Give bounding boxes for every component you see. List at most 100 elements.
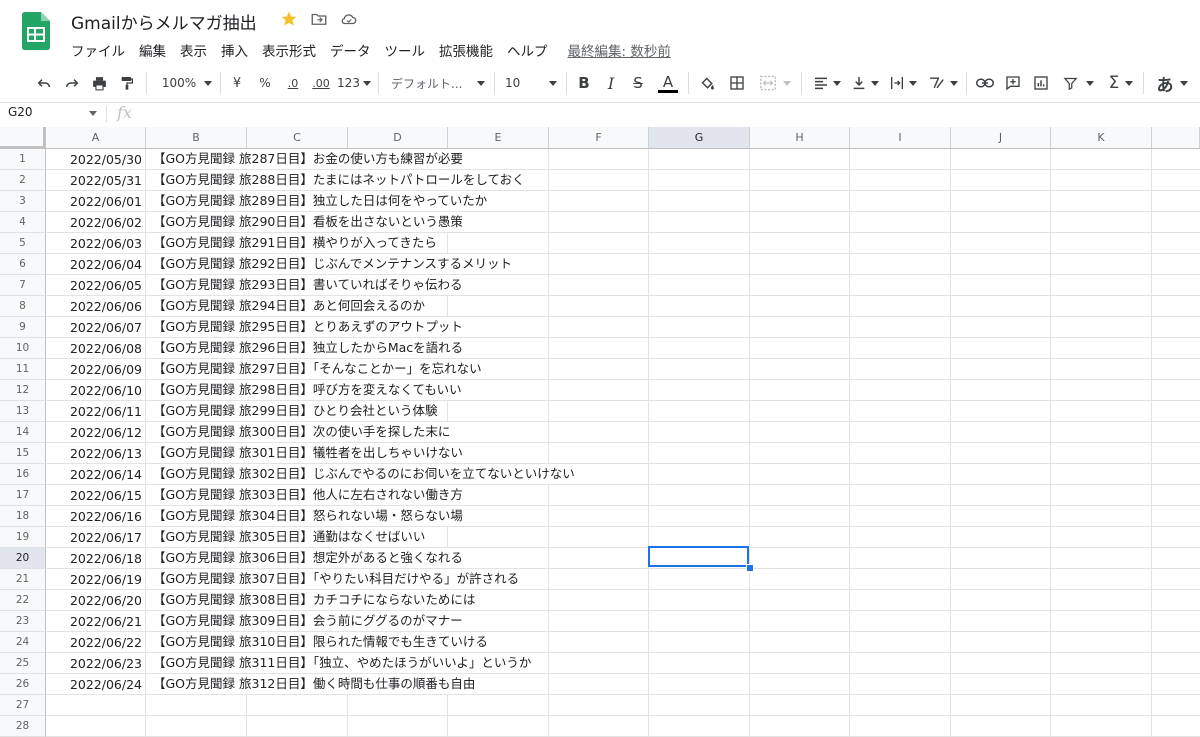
row-header[interactable]: 20 bbox=[0, 548, 46, 569]
cloud-status-icon[interactable] bbox=[340, 10, 358, 28]
menu-edit[interactable]: 編集 bbox=[139, 40, 166, 60]
row-header[interactable]: 8 bbox=[0, 296, 46, 317]
cell-date[interactable]: 2022/05/30 bbox=[46, 149, 142, 170]
cell-date[interactable]: 2022/06/14 bbox=[46, 464, 142, 485]
cell-date[interactable]: 2022/06/17 bbox=[46, 527, 142, 548]
cell-subject[interactable]: 【GO方見聞録 旅304日目】怒られない場・怒らない場 bbox=[153, 506, 465, 526]
column-header-e[interactable]: E bbox=[448, 127, 549, 149]
select-all-corner[interactable] bbox=[0, 127, 46, 149]
cell-subject[interactable]: 【GO方見聞録 旅291日目】横やりが入ってきたら bbox=[153, 233, 439, 253]
cell-subject[interactable]: 【GO方見聞録 旅302日目】じぶんでやるのにお伺いを立てないといけない bbox=[153, 464, 577, 484]
cell-subject[interactable]: 【GO方見聞録 旅296日目】独立したからMacを語れる bbox=[153, 338, 466, 358]
row-header[interactable]: 14 bbox=[0, 422, 46, 443]
font-size-select[interactable]: 10 bbox=[505, 64, 557, 102]
cell-date[interactable]: 2022/06/10 bbox=[46, 380, 142, 401]
cell-subject[interactable]: 【GO方見聞録 旅289日目】独立した日は何をやっていたか bbox=[153, 191, 490, 211]
cell-subject[interactable]: 【GO方見聞録 旅310日目】限られた情報でも生きていける bbox=[153, 632, 490, 652]
row-header[interactable]: 27 bbox=[0, 695, 46, 716]
cell-subject[interactable]: 【GO方見聞録 旅309日目】会う前にググるのがマナー bbox=[153, 611, 465, 631]
cell-subject[interactable]: 【GO方見聞録 旅312日目】働く時間も仕事の順番も自由 bbox=[153, 674, 478, 694]
cell-subject[interactable]: 【GO方見聞録 旅299日目】ひとり会社という体験 bbox=[153, 401, 440, 421]
menu-insert[interactable]: 挿入 bbox=[221, 40, 248, 60]
chevron-down-icon[interactable] bbox=[89, 111, 97, 116]
font-family-select[interactable]: デフォルト... bbox=[391, 64, 485, 102]
row-header[interactable]: 9 bbox=[0, 317, 46, 338]
menu-file[interactable]: ファイル bbox=[71, 40, 125, 60]
cell-subject[interactable]: 【GO方見聞録 旅303日目】他人に左右されない働き方 bbox=[153, 485, 465, 505]
row-header[interactable]: 22 bbox=[0, 590, 46, 611]
cell-subject[interactable]: 【GO方見聞録 旅287日目】お金の使い方も練習が必要 bbox=[153, 149, 465, 169]
selected-cell[interactable] bbox=[648, 546, 749, 567]
cell-date[interactable]: 2022/06/20 bbox=[46, 590, 142, 611]
row-header[interactable]: 25 bbox=[0, 653, 46, 674]
last-edit-link[interactable]: 最終編集: 数秒前 bbox=[568, 40, 671, 60]
cell-subject[interactable]: 【GO方見聞録 旅292日目】じぶんでメンテナンスするメリット bbox=[153, 254, 514, 274]
cell-date[interactable]: 2022/06/08 bbox=[46, 338, 142, 359]
currency-format-button[interactable]: ¥ bbox=[229, 64, 245, 102]
paint-format-icon[interactable] bbox=[117, 64, 137, 102]
functions-button[interactable]: Σ bbox=[1104, 64, 1138, 102]
vertical-align-button[interactable] bbox=[849, 64, 881, 102]
cell-subject[interactable]: 【GO方見聞録 旅306日目】想定外があると強くなれる bbox=[153, 548, 465, 568]
cell-date[interactable]: 2022/06/02 bbox=[46, 212, 142, 233]
text-rotation-button[interactable] bbox=[925, 64, 961, 102]
print-icon[interactable] bbox=[89, 64, 109, 102]
cell-date[interactable] bbox=[46, 716, 142, 737]
cell-subject[interactable]: 【GO方見聞録 旅290日目】看板を出さないという愚策 bbox=[153, 212, 465, 232]
cell-date[interactable]: 2022/06/09 bbox=[46, 359, 142, 380]
cell-date[interactable]: 2022/06/05 bbox=[46, 275, 142, 296]
cell-date[interactable]: 2022/06/07 bbox=[46, 317, 142, 338]
text-color-button[interactable]: A bbox=[657, 64, 679, 102]
undo-icon[interactable] bbox=[34, 64, 54, 102]
fill-handle[interactable] bbox=[746, 564, 754, 572]
cell-date[interactable]: 2022/06/11 bbox=[46, 401, 142, 422]
row-header[interactable]: 16 bbox=[0, 464, 46, 485]
insert-comment-icon[interactable] bbox=[1003, 64, 1023, 102]
row-header[interactable]: 1 bbox=[0, 149, 46, 170]
row-header[interactable]: 21 bbox=[0, 569, 46, 590]
cell-date[interactable]: 2022/06/03 bbox=[46, 233, 142, 254]
cell-date[interactable]: 2022/06/24 bbox=[46, 674, 142, 695]
cell-date[interactable]: 2022/06/12 bbox=[46, 422, 142, 443]
column-header-i[interactable]: I bbox=[850, 127, 951, 149]
cell-date[interactable]: 2022/06/18 bbox=[46, 548, 142, 569]
cell-date[interactable]: 2022/06/22 bbox=[46, 632, 142, 653]
cell-date[interactable]: 2022/06/19 bbox=[46, 569, 142, 590]
column-header-j[interactable]: J bbox=[951, 127, 1051, 149]
row-header[interactable]: 3 bbox=[0, 191, 46, 212]
formula-input[interactable] bbox=[150, 106, 1190, 123]
italic-button[interactable]: I bbox=[603, 64, 619, 102]
sheets-logo-icon[interactable] bbox=[22, 12, 50, 50]
row-header[interactable]: 6 bbox=[0, 254, 46, 275]
filter-button[interactable] bbox=[1060, 64, 1096, 102]
column-header-b[interactable]: B bbox=[146, 127, 247, 149]
cell-date[interactable]: 2022/06/15 bbox=[46, 485, 142, 506]
row-header[interactable]: 10 bbox=[0, 338, 46, 359]
move-folder-icon[interactable] bbox=[310, 10, 328, 28]
row-header[interactable]: 13 bbox=[0, 401, 46, 422]
percent-format-button[interactable]: % bbox=[257, 64, 273, 102]
bold-button[interactable]: B bbox=[576, 64, 592, 102]
name-box[interactable]: G20 bbox=[8, 105, 33, 119]
column-header-h[interactable]: H bbox=[750, 127, 850, 149]
horizontal-align-button[interactable] bbox=[810, 64, 844, 102]
column-header-d[interactable]: D bbox=[348, 127, 448, 149]
star-icon[interactable] bbox=[280, 10, 298, 28]
row-header[interactable]: 28 bbox=[0, 716, 46, 737]
row-header[interactable]: 5 bbox=[0, 233, 46, 254]
cell-subject[interactable]: 【GO方見聞録 旅307日目】「やりたい科目だけやる」が許される bbox=[153, 569, 522, 589]
row-header[interactable]: 26 bbox=[0, 674, 46, 695]
decrease-decimal-button[interactable]: .0 bbox=[283, 64, 303, 102]
cell-date[interactable]: 2022/06/13 bbox=[46, 443, 142, 464]
cell-date[interactable]: 2022/06/01 bbox=[46, 191, 142, 212]
cell-subject[interactable]: 【GO方見聞録 旅298日目】呼び方を変えなくてもいい bbox=[153, 380, 464, 400]
cell-subject[interactable]: 【GO方見聞録 旅308日目】カチコチにならないためには bbox=[153, 590, 478, 610]
column-header-c[interactable]: C bbox=[247, 127, 348, 149]
row-header[interactable]: 19 bbox=[0, 527, 46, 548]
cell-subject[interactable]: 【GO方見聞録 旅301日目】犠牲者を出しちゃいけない bbox=[153, 443, 465, 463]
increase-decimal-button[interactable]: .00 bbox=[309, 64, 333, 102]
strikethrough-button[interactable]: S bbox=[630, 64, 646, 102]
row-header[interactable]: 15 bbox=[0, 443, 46, 464]
menu-format[interactable]: 表示形式 bbox=[262, 40, 316, 60]
cell-date[interactable]: 2022/05/31 bbox=[46, 170, 142, 191]
